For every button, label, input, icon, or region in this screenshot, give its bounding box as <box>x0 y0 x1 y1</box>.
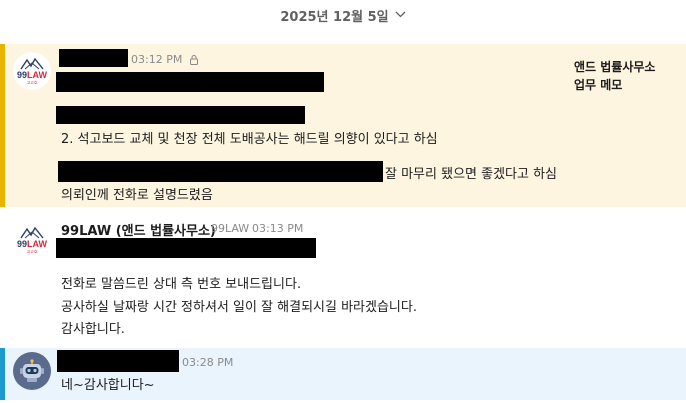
redacted-sender <box>59 49 128 67</box>
logo-text-left: 99 <box>16 239 27 249</box>
date-divider[interactable]: 2025년 12월 5일 <box>0 0 686 30</box>
memo-highlight-bar <box>0 44 5 207</box>
date-label: 2025년 12월 5일 <box>280 9 389 25</box>
firm-sender-name[interactable]: 99LAW (앤드 법률사무소) <box>61 220 216 239</box>
redacted-line-3 <box>58 161 383 182</box>
firm-handle[interactable]: 99LAW <box>211 222 249 235</box>
logo-sub: 고고호 <box>26 80 38 85</box>
firm-line-1: 전화로 말씀드린 상대 측 번호 보내드립니다. <box>61 277 302 292</box>
firm-avatar[interactable]: 99LAW 고고호 <box>13 52 51 90</box>
reply-highlight-bar <box>0 348 5 400</box>
firm-line-3: 감사합니다. <box>61 322 125 337</box>
redacted-reply-sender <box>57 350 179 372</box>
firm-line-2: 공사하실 날짜랑 시간 정하셔서 일이 잘 해결되시길 바라겠습니다. <box>61 300 417 315</box>
memo-line-4: 의뢰인께 전화로 설명드렸음 <box>61 188 213 203</box>
chevron-down-icon[interactable] <box>395 10 406 21</box>
reply-timestamp[interactable]: 03:28 PM <box>182 356 233 369</box>
firm-avatar-2[interactable]: 99LAW 고고호 <box>13 221 51 259</box>
logo-text-right: LAW <box>27 70 47 80</box>
firm-logo-icon <box>20 226 44 239</box>
redacted-line-1 <box>56 72 324 92</box>
memo-note-line-1: 앤드 법률사무소 <box>574 60 656 74</box>
memo-note-line-2: 업무 메모 <box>574 78 623 92</box>
firm-logo-icon <box>20 57 44 70</box>
reply-text: 네~감사합니다~ <box>61 378 155 393</box>
robot-icon[interactable] <box>13 352 51 390</box>
memo-line-2: 2. 석고보드 교체 및 천장 전체 도배공사는 해드릴 의향이 있다고 하심 <box>61 132 438 147</box>
memo-note: 앤드 법률사무소 업무 메모 <box>574 58 655 94</box>
redacted-phone <box>56 238 316 258</box>
redacted-line-2 <box>56 106 305 124</box>
memo-timestamp[interactable]: 03:12 PM <box>131 53 198 66</box>
logo-text-left: 99 <box>16 70 27 80</box>
firm-timestamp[interactable]: 03:13 PM <box>252 222 303 235</box>
memo-line-3-suffix: 잘 마무리 됐으면 좋겠다고 하심 <box>385 167 558 182</box>
logo-text-right: LAW <box>27 239 47 249</box>
logo-sub: 고고호 <box>26 249 38 254</box>
lock-icon <box>189 55 198 65</box>
